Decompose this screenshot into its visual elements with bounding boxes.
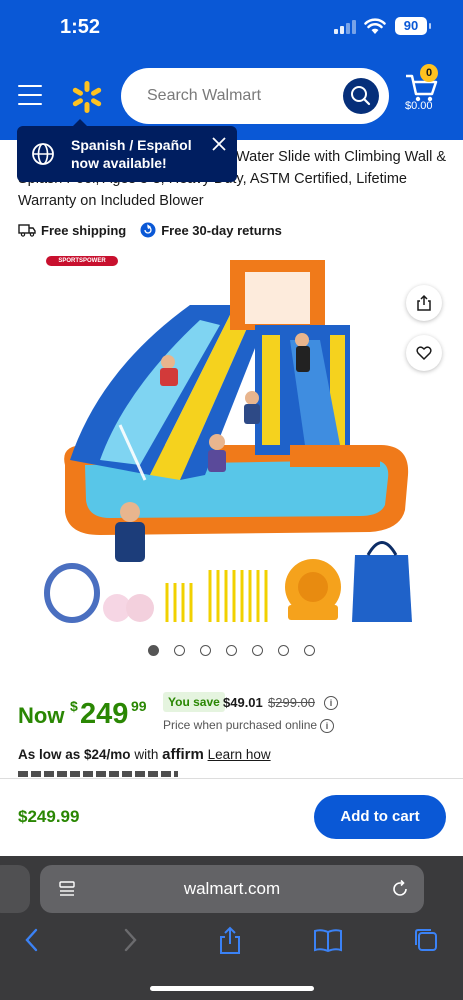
carousel-dot[interactable] <box>200 645 211 656</box>
free-shipping-badge: Free shipping <box>18 223 126 238</box>
you-save-badge: You save <box>163 692 225 712</box>
price-currency: $ <box>70 698 78 714</box>
forward-icon[interactable] <box>120 926 140 954</box>
search-icon <box>351 86 371 106</box>
tooltip-line-2: now available! <box>71 155 167 171</box>
price-cents: 99 <box>131 698 147 714</box>
free-returns-label: Free 30-day returns <box>161 222 282 238</box>
search-button[interactable] <box>343 78 379 114</box>
wifi-icon <box>364 18 386 34</box>
menu-icon[interactable] <box>18 85 42 105</box>
carousel-dot[interactable] <box>304 645 315 656</box>
add-to-cart-button[interactable]: Add to cart <box>314 795 446 839</box>
reload-icon[interactable] <box>390 879 410 899</box>
with-text: with <box>134 747 159 762</box>
search-placeholder: Search Walmart <box>147 87 262 104</box>
back-icon[interactable] <box>22 926 42 954</box>
browser-toolbar: walmart.com <box>0 856 463 1000</box>
truck-icon <box>18 224 36 237</box>
image-carousel-dots[interactable] <box>148 645 330 656</box>
share-button[interactable] <box>406 285 442 321</box>
walmart-spark-logo[interactable] <box>70 80 104 114</box>
carousel-dot[interactable] <box>278 645 289 656</box>
close-icon[interactable] <box>211 136 227 152</box>
carousel-dot[interactable] <box>252 645 263 656</box>
cellular-signal-icon <box>334 20 358 34</box>
cart-count-badge: 0 <box>420 64 438 82</box>
carousel-dot[interactable] <box>148 645 159 656</box>
learn-how-link[interactable]: Learn how <box>208 747 271 762</box>
language-tooltip[interactable]: Spanish / Español now available! <box>17 119 237 182</box>
browser-nav <box>0 926 463 962</box>
price-whole: 249 <box>80 698 129 730</box>
previous-tab[interactable] <box>0 865 30 913</box>
info-icon[interactable]: i <box>324 696 338 710</box>
url-text: walmart.com <box>183 879 281 898</box>
financing-line: As low as $24/mo with affirm Learn how <box>18 746 271 763</box>
sticky-add-to-cart-bar: $249.99 Add to cart <box>0 778 463 856</box>
battery-indicator: 90 <box>395 17 431 35</box>
returns-icon <box>140 222 156 238</box>
tabs-icon[interactable] <box>412 926 440 954</box>
status-time: 1:52 <box>60 16 101 38</box>
affirm-logo: affirm <box>162 746 204 763</box>
price-note: Price when purchased online <box>163 718 318 732</box>
heart-icon <box>416 346 432 361</box>
share-icon <box>417 294 431 311</box>
bookmarks-icon[interactable] <box>313 926 343 954</box>
address-bar[interactable]: walmart.com <box>40 865 424 913</box>
home-indicator <box>150 986 314 991</box>
share-icon[interactable] <box>216 926 244 956</box>
tooltip-line-1: Spanish / Español <box>71 137 192 153</box>
top-header: 1:52 90 Search Walmart 0 $0.00 <box>0 0 463 140</box>
favorite-button[interactable] <box>406 335 442 371</box>
info-icon[interactable]: i <box>320 719 334 733</box>
now-label: Now <box>18 703 65 728</box>
cart-amount: $0.00 <box>405 100 433 112</box>
was-price: $299.00 <box>268 695 315 710</box>
as-low-as-text: As low as $24/mo <box>18 747 131 762</box>
save-amount: $49.01 <box>223 695 263 710</box>
free-shipping-label: Free shipping <box>41 222 127 238</box>
free-returns-badge: Free 30-day returns <box>140 222 282 238</box>
tooltip-text: Spanish / Español now available! <box>71 136 192 172</box>
carousel-dot[interactable] <box>174 645 185 656</box>
brand-logo: SPORTSPOWER <box>46 256 118 266</box>
inflatable-water-slide-image[interactable] <box>40 250 420 630</box>
globe-icon <box>32 143 54 165</box>
carousel-dot[interactable] <box>226 645 237 656</box>
fulfillment-badges: Free shipping Free 30-day returns <box>18 222 296 238</box>
sticky-price: $249.99 <box>18 807 80 826</box>
truncated-text <box>18 771 178 777</box>
search-input[interactable]: Search Walmart <box>121 68 389 124</box>
